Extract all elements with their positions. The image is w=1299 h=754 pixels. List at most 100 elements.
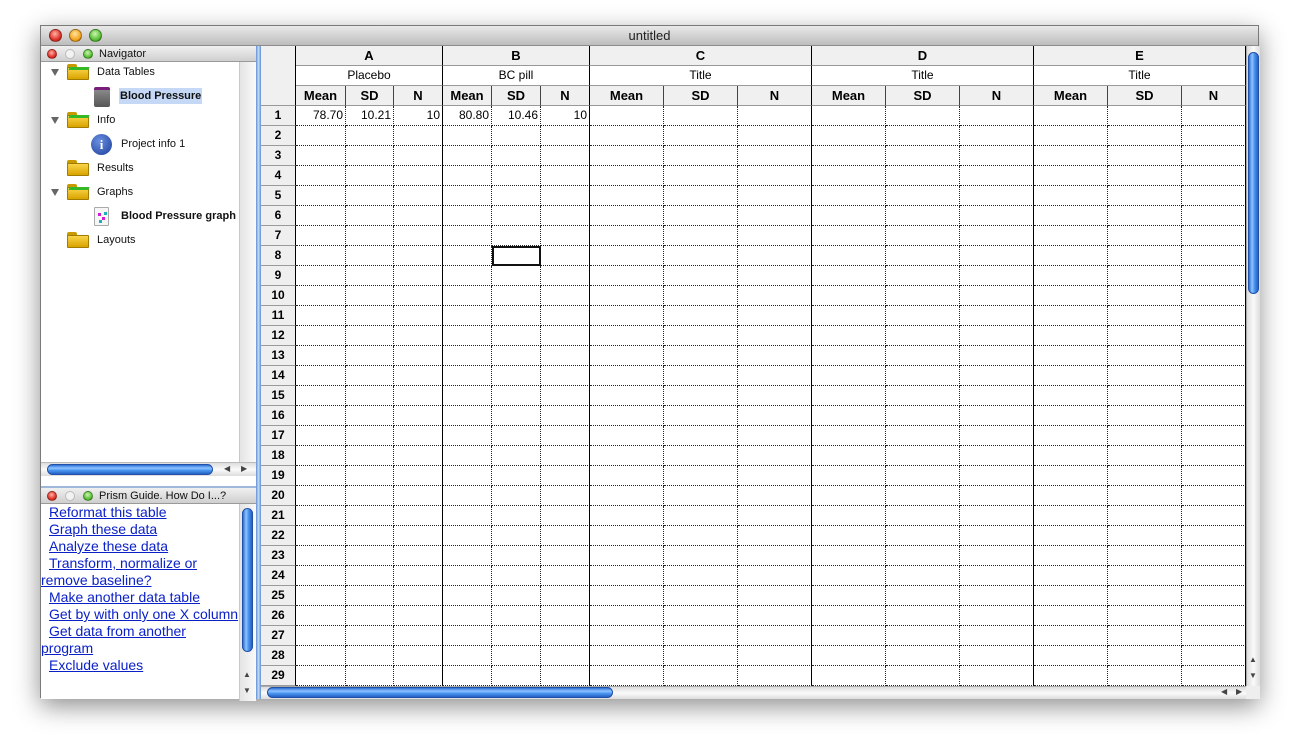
table-cell[interactable] xyxy=(960,166,1034,186)
table-cell[interactable] xyxy=(492,386,541,406)
table-vertical-scrollbar[interactable]: ▲ ▼ xyxy=(1246,46,1260,686)
table-cell[interactable] xyxy=(1034,126,1108,146)
table-cell[interactable] xyxy=(1034,566,1108,586)
table-cell[interactable] xyxy=(960,266,1034,286)
table-cell[interactable] xyxy=(1108,566,1182,586)
table-cell[interactable] xyxy=(812,466,886,486)
resize-grip-icon[interactable] xyxy=(1246,686,1260,699)
guide-close-button[interactable] xyxy=(47,491,57,501)
table-cell[interactable] xyxy=(886,226,960,246)
table-cell[interactable] xyxy=(1182,166,1246,186)
table-cell[interactable] xyxy=(1108,386,1182,406)
table-cell[interactable] xyxy=(541,466,590,486)
table-cell[interactable] xyxy=(738,206,812,226)
table-cell[interactable] xyxy=(1182,626,1246,646)
table-cell[interactable] xyxy=(812,546,886,566)
table-cell[interactable] xyxy=(443,466,492,486)
table-cell[interactable] xyxy=(1182,126,1246,146)
subcolumn-header[interactable]: N xyxy=(738,86,812,106)
table-cell[interactable] xyxy=(443,226,492,246)
table-cell[interactable] xyxy=(296,566,346,586)
table-cell[interactable] xyxy=(1182,366,1246,386)
link-graph-data[interactable]: Graph these data xyxy=(41,521,239,538)
table-cell[interactable] xyxy=(394,346,443,366)
table-cell[interactable] xyxy=(1034,106,1108,126)
table-cell[interactable] xyxy=(886,446,960,466)
table-cell[interactable] xyxy=(664,606,738,626)
table-cell[interactable] xyxy=(738,566,812,586)
table-cell[interactable] xyxy=(590,326,664,346)
table-cell[interactable] xyxy=(1034,366,1108,386)
table-cell[interactable] xyxy=(443,126,492,146)
table-cell[interactable] xyxy=(394,426,443,446)
table-cell[interactable] xyxy=(541,426,590,446)
table-cell[interactable] xyxy=(590,206,664,226)
table-cell[interactable]: 10.21 xyxy=(346,106,394,126)
row-header[interactable]: 2 xyxy=(261,126,296,146)
table-cell[interactable] xyxy=(492,666,541,686)
table-cell[interactable] xyxy=(960,626,1034,646)
table-cell[interactable] xyxy=(960,426,1034,446)
table-cell[interactable] xyxy=(812,286,886,306)
table-cell[interactable] xyxy=(590,306,664,326)
table-cell[interactable] xyxy=(1108,346,1182,366)
subcolumn-header[interactable]: SD xyxy=(1108,86,1182,106)
table-cell[interactable] xyxy=(296,526,346,546)
subcolumn-header[interactable]: SD xyxy=(886,86,960,106)
row-header[interactable]: 13 xyxy=(261,346,296,366)
table-cell[interactable] xyxy=(1108,186,1182,206)
table-cell[interactable]: 10 xyxy=(541,106,590,126)
table-cell[interactable] xyxy=(590,246,664,266)
table-cell[interactable] xyxy=(738,386,812,406)
table-cell[interactable] xyxy=(296,646,346,666)
table-cell[interactable] xyxy=(960,546,1034,566)
table-cell[interactable] xyxy=(394,546,443,566)
table-cell[interactable] xyxy=(1108,326,1182,346)
table-cell[interactable] xyxy=(738,286,812,306)
tree-item-blood-pressure-graph[interactable]: Blood Pressure graph xyxy=(41,206,239,226)
table-cell[interactable] xyxy=(886,266,960,286)
scroll-left-arrow-icon[interactable]: ◀ xyxy=(224,464,230,473)
table-cell[interactable] xyxy=(738,366,812,386)
table-cell[interactable] xyxy=(738,186,812,206)
table-cell[interactable] xyxy=(1034,426,1108,446)
row-header[interactable]: 12 xyxy=(261,326,296,346)
table-cell[interactable] xyxy=(346,406,394,426)
table-cell[interactable] xyxy=(590,286,664,306)
table-cell[interactable] xyxy=(812,326,886,346)
table-cell[interactable] xyxy=(886,126,960,146)
table-cell[interactable] xyxy=(1034,406,1108,426)
table-cell[interactable] xyxy=(886,306,960,326)
table-cell[interactable] xyxy=(960,146,1034,166)
row-header[interactable]: 6 xyxy=(261,206,296,226)
table-cell[interactable] xyxy=(664,406,738,426)
table-cell[interactable] xyxy=(346,626,394,646)
zoom-button[interactable] xyxy=(89,29,102,42)
table-cell[interactable] xyxy=(394,366,443,386)
table-cell[interactable] xyxy=(738,446,812,466)
table-cell[interactable] xyxy=(738,526,812,546)
table-cell[interactable] xyxy=(1182,206,1246,226)
table-cell[interactable] xyxy=(394,486,443,506)
table-cell[interactable] xyxy=(664,426,738,446)
table-cell[interactable] xyxy=(738,466,812,486)
table-cell[interactable] xyxy=(1182,526,1246,546)
table-cell[interactable] xyxy=(492,506,541,526)
table-cell[interactable] xyxy=(812,186,886,206)
table-cell[interactable] xyxy=(664,146,738,166)
row-header[interactable]: 27 xyxy=(261,626,296,646)
table-cell[interactable] xyxy=(590,266,664,286)
table-cell[interactable] xyxy=(664,546,738,566)
table-cell[interactable] xyxy=(541,166,590,186)
table-cell[interactable] xyxy=(1182,386,1246,406)
table-cell[interactable] xyxy=(886,486,960,506)
table-cell[interactable] xyxy=(664,206,738,226)
table-cell[interactable] xyxy=(296,466,346,486)
table-cell[interactable] xyxy=(812,566,886,586)
table-v-scroll-thumb[interactable] xyxy=(1248,52,1259,294)
table-cell[interactable] xyxy=(1108,306,1182,326)
row-header[interactable]: 20 xyxy=(261,486,296,506)
table-cell[interactable] xyxy=(590,386,664,406)
table-cell[interactable] xyxy=(886,466,960,486)
subcolumn-header[interactable]: Mean xyxy=(590,86,664,106)
